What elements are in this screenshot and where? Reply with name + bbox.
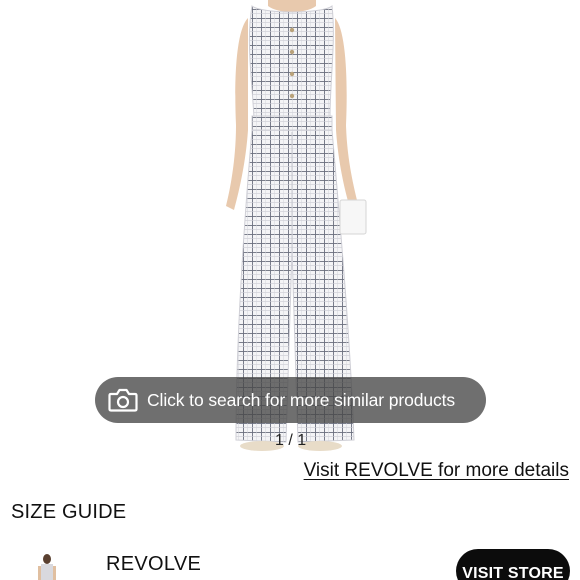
visit-store-button[interactable]: VISIT STORE — [456, 549, 570, 580]
store-row: REVOLVE VISIT STORE — [0, 545, 580, 580]
image-search-label: Click to search for more similar product… — [147, 389, 456, 410]
store-product-thumbnail[interactable] — [30, 554, 64, 580]
store-name: REVOLVE — [106, 553, 202, 575]
image-search-button[interactable]: Click to search for more similar product… — [95, 377, 486, 423]
image-counter: 1 / 1 — [275, 432, 307, 449]
product-page: Click to search for more similar product… — [0, 0, 580, 580]
visit-revolve-details-link[interactable]: Visit REVOLVE for more details — [304, 460, 569, 482]
size-guide-heading[interactable]: SIZE GUIDE — [11, 501, 126, 524]
camera-icon — [108, 387, 138, 413]
